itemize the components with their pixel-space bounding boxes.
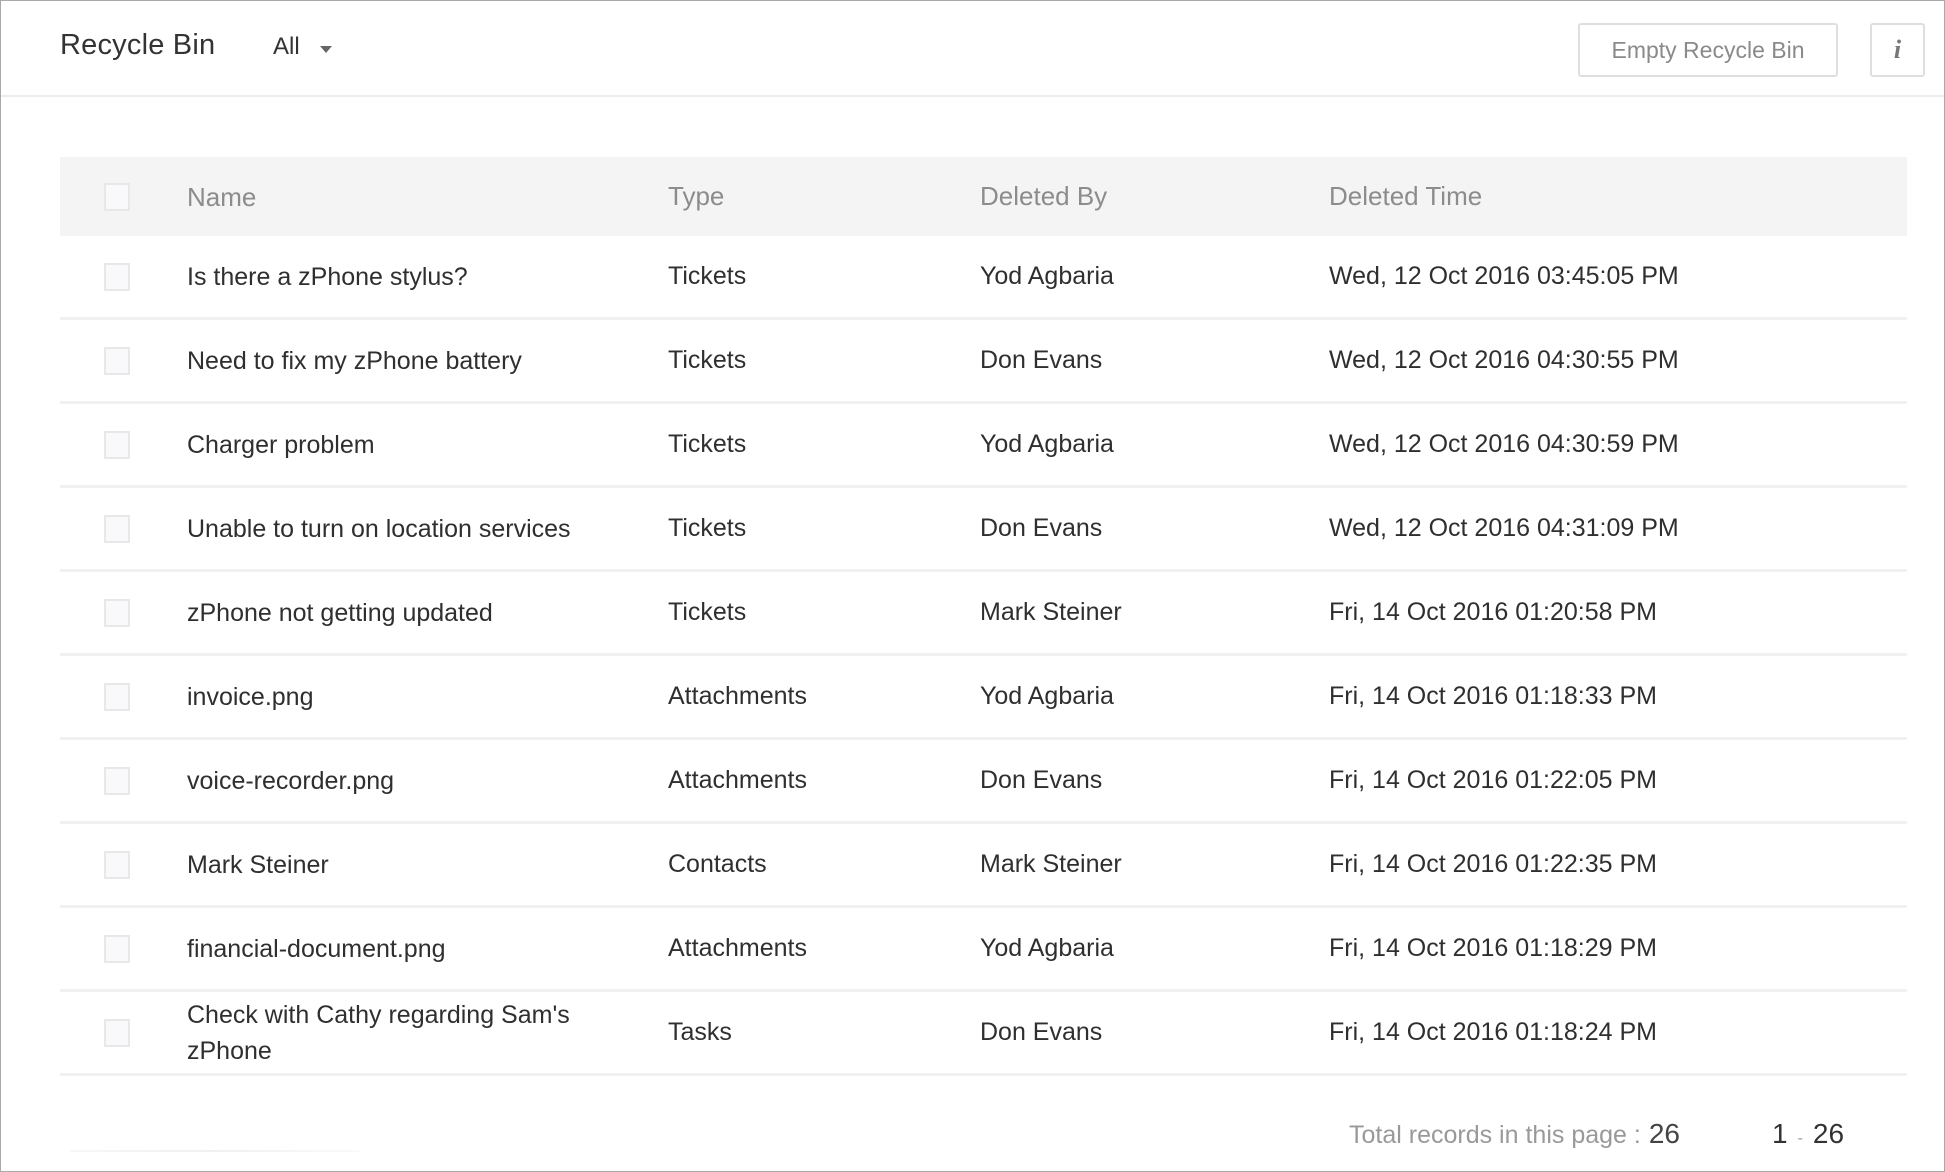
cell-deleted-time: Fri, 14 Oct 2016 01:18:29 PM	[1329, 934, 1657, 962]
cell-name: Is there a zPhone stylus?	[187, 262, 468, 291]
cell-deleted-time: Fri, 14 Oct 2016 01:22:05 PM	[1329, 766, 1657, 794]
cell-deleted-time: Fri, 14 Oct 2016 01:20:58 PM	[1329, 598, 1657, 626]
column-header-deleted-by[interactable]: Deleted By	[980, 181, 1329, 212]
page-range-separator: -	[1797, 1130, 1803, 1147]
row-checkbox[interactable]	[103, 682, 130, 711]
cell-type: Tickets	[668, 430, 747, 458]
row-checkbox[interactable]	[103, 598, 130, 627]
cell-type: Tickets	[668, 346, 747, 374]
table-row[interactable]: Need to fix my zPhone battery Tickets Don …	[60, 320, 1907, 404]
cell-type: Attachments	[668, 766, 807, 794]
cell-deleted-by: Yod Agbaria	[980, 262, 1114, 290]
table-row[interactable]: Unable to turn on location services Ticke…	[60, 488, 1907, 572]
cell-deleted-by: Yod Agbaria	[980, 682, 1114, 710]
table-row[interactable]: zPhone not getting updated Tickets Mark St…	[60, 572, 1907, 656]
info-icon: i	[1893, 35, 1902, 64]
cell-deleted-by: Don Evans	[980, 1018, 1103, 1046]
cell-type: Tickets	[668, 598, 747, 626]
top-bar: Recycle Bin All Empty Recycle Bin i	[1, 1, 1944, 97]
total-records-label: Total records in this page :	[1349, 1121, 1641, 1149]
page-range-start: 1	[1772, 1118, 1788, 1149]
cell-name: financial-document.png	[187, 934, 446, 963]
caret-down-icon	[319, 45, 332, 53]
table-row[interactable]: Is there a zPhone stylus? Tickets Yod Agba…	[60, 236, 1907, 320]
cell-deleted-time: Wed, 12 Oct 2016 04:30:55 PM	[1329, 346, 1679, 374]
horizontal-scroll-hint	[70, 1150, 360, 1152]
table-header: Name Type Deleted By Deleted Time	[60, 157, 1907, 236]
cell-deleted-by: Don Evans	[980, 346, 1103, 374]
info-button[interactable]: i	[1870, 23, 1925, 77]
column-header-name[interactable]: Name	[187, 179, 668, 215]
cell-name: Unable to turn on location services	[187, 514, 571, 543]
filter-dropdown[interactable]: All	[273, 33, 332, 61]
cell-name: zPhone not getting updated	[187, 598, 493, 627]
cell-deleted-time: Wed, 12 Oct 2016 04:31:09 PM	[1329, 514, 1679, 542]
cell-type: Contacts	[668, 850, 767, 878]
cell-type: Tickets	[668, 262, 747, 290]
row-checkbox[interactable]	[103, 346, 130, 375]
cell-deleted-by: Yod Agbaria	[980, 430, 1114, 458]
table-body: Is there a zPhone stylus? Tickets Yod Agba…	[60, 236, 1907, 1076]
select-all-checkbox[interactable]	[103, 182, 130, 211]
cell-type: Tasks	[668, 1018, 732, 1046]
cell-deleted-by: Don Evans	[980, 514, 1103, 542]
filter-selected-value: All	[273, 33, 300, 60]
cell-name: Charger problem	[187, 430, 375, 459]
cell-deleted-by: Mark Steiner	[980, 850, 1122, 878]
cell-deleted-time: Wed, 12 Oct 2016 03:45:05 PM	[1329, 262, 1679, 290]
column-header-type[interactable]: Type	[668, 181, 980, 212]
row-checkbox[interactable]	[103, 1018, 130, 1047]
cell-name: Mark Steiner	[187, 850, 329, 879]
cell-type: Attachments	[668, 682, 807, 710]
cell-deleted-by: Don Evans	[980, 766, 1103, 794]
recycle-bin-table: Name Type Deleted By Deleted Time Is the…	[60, 157, 1907, 1076]
cell-deleted-time: Wed, 12 Oct 2016 04:30:59 PM	[1329, 430, 1679, 458]
cell-deleted-by: Mark Steiner	[980, 598, 1122, 626]
row-checkbox[interactable]	[103, 262, 130, 291]
cell-type: Tickets	[668, 514, 747, 542]
row-checkbox[interactable]	[103, 850, 130, 879]
table-row[interactable]: Check with Cathy regarding Sam's zPhone T…	[60, 992, 1907, 1076]
table-row[interactable]: Charger problem Tickets Yod Agbaria Wed, 12…	[60, 404, 1907, 488]
cell-deleted-time: Fri, 14 Oct 2016 01:18:24 PM	[1329, 1018, 1657, 1046]
pagination: 1 - 26	[1772, 1118, 1844, 1150]
row-checkbox[interactable]	[103, 514, 130, 543]
cell-type: Attachments	[668, 934, 807, 962]
total-records-count: 26	[1648, 1118, 1680, 1149]
cell-deleted-time: Fri, 14 Oct 2016 01:22:35 PM	[1329, 850, 1657, 878]
row-checkbox[interactable]	[103, 430, 130, 459]
row-checkbox[interactable]	[103, 766, 130, 795]
page-range-end: 26	[1812, 1118, 1845, 1149]
cell-deleted-by: Yod Agbaria	[980, 934, 1114, 962]
cell-deleted-time: Fri, 14 Oct 2016 01:18:33 PM	[1329, 682, 1657, 710]
empty-recycle-bin-button[interactable]: Empty Recycle Bin	[1578, 23, 1838, 77]
table-row[interactable]: invoice.png Attachments Yod Agbaria Fri, 14…	[60, 656, 1907, 740]
column-header-deleted-time[interactable]: Deleted Time	[1329, 181, 1907, 212]
cell-name: invoice.png	[187, 682, 314, 711]
records-summary: Total records in this page : 26	[1349, 1118, 1680, 1150]
cell-name: Check with Cathy regarding Sam's zPhone	[187, 1000, 570, 1065]
table-row[interactable]: voice-recorder.png Attachments Don Evans Fr…	[60, 740, 1907, 824]
page-title: Recycle Bin	[60, 29, 216, 61]
cell-name: voice-recorder.png	[187, 766, 395, 795]
table-row[interactable]: Mark Steiner Contacts Mark Steiner Fri, 14 …	[60, 824, 1907, 908]
row-checkbox[interactable]	[103, 934, 130, 963]
cell-name: Need to fix my zPhone battery	[187, 346, 522, 375]
table-row[interactable]: financial-document.png Attachments Yod Agb…	[60, 908, 1907, 992]
